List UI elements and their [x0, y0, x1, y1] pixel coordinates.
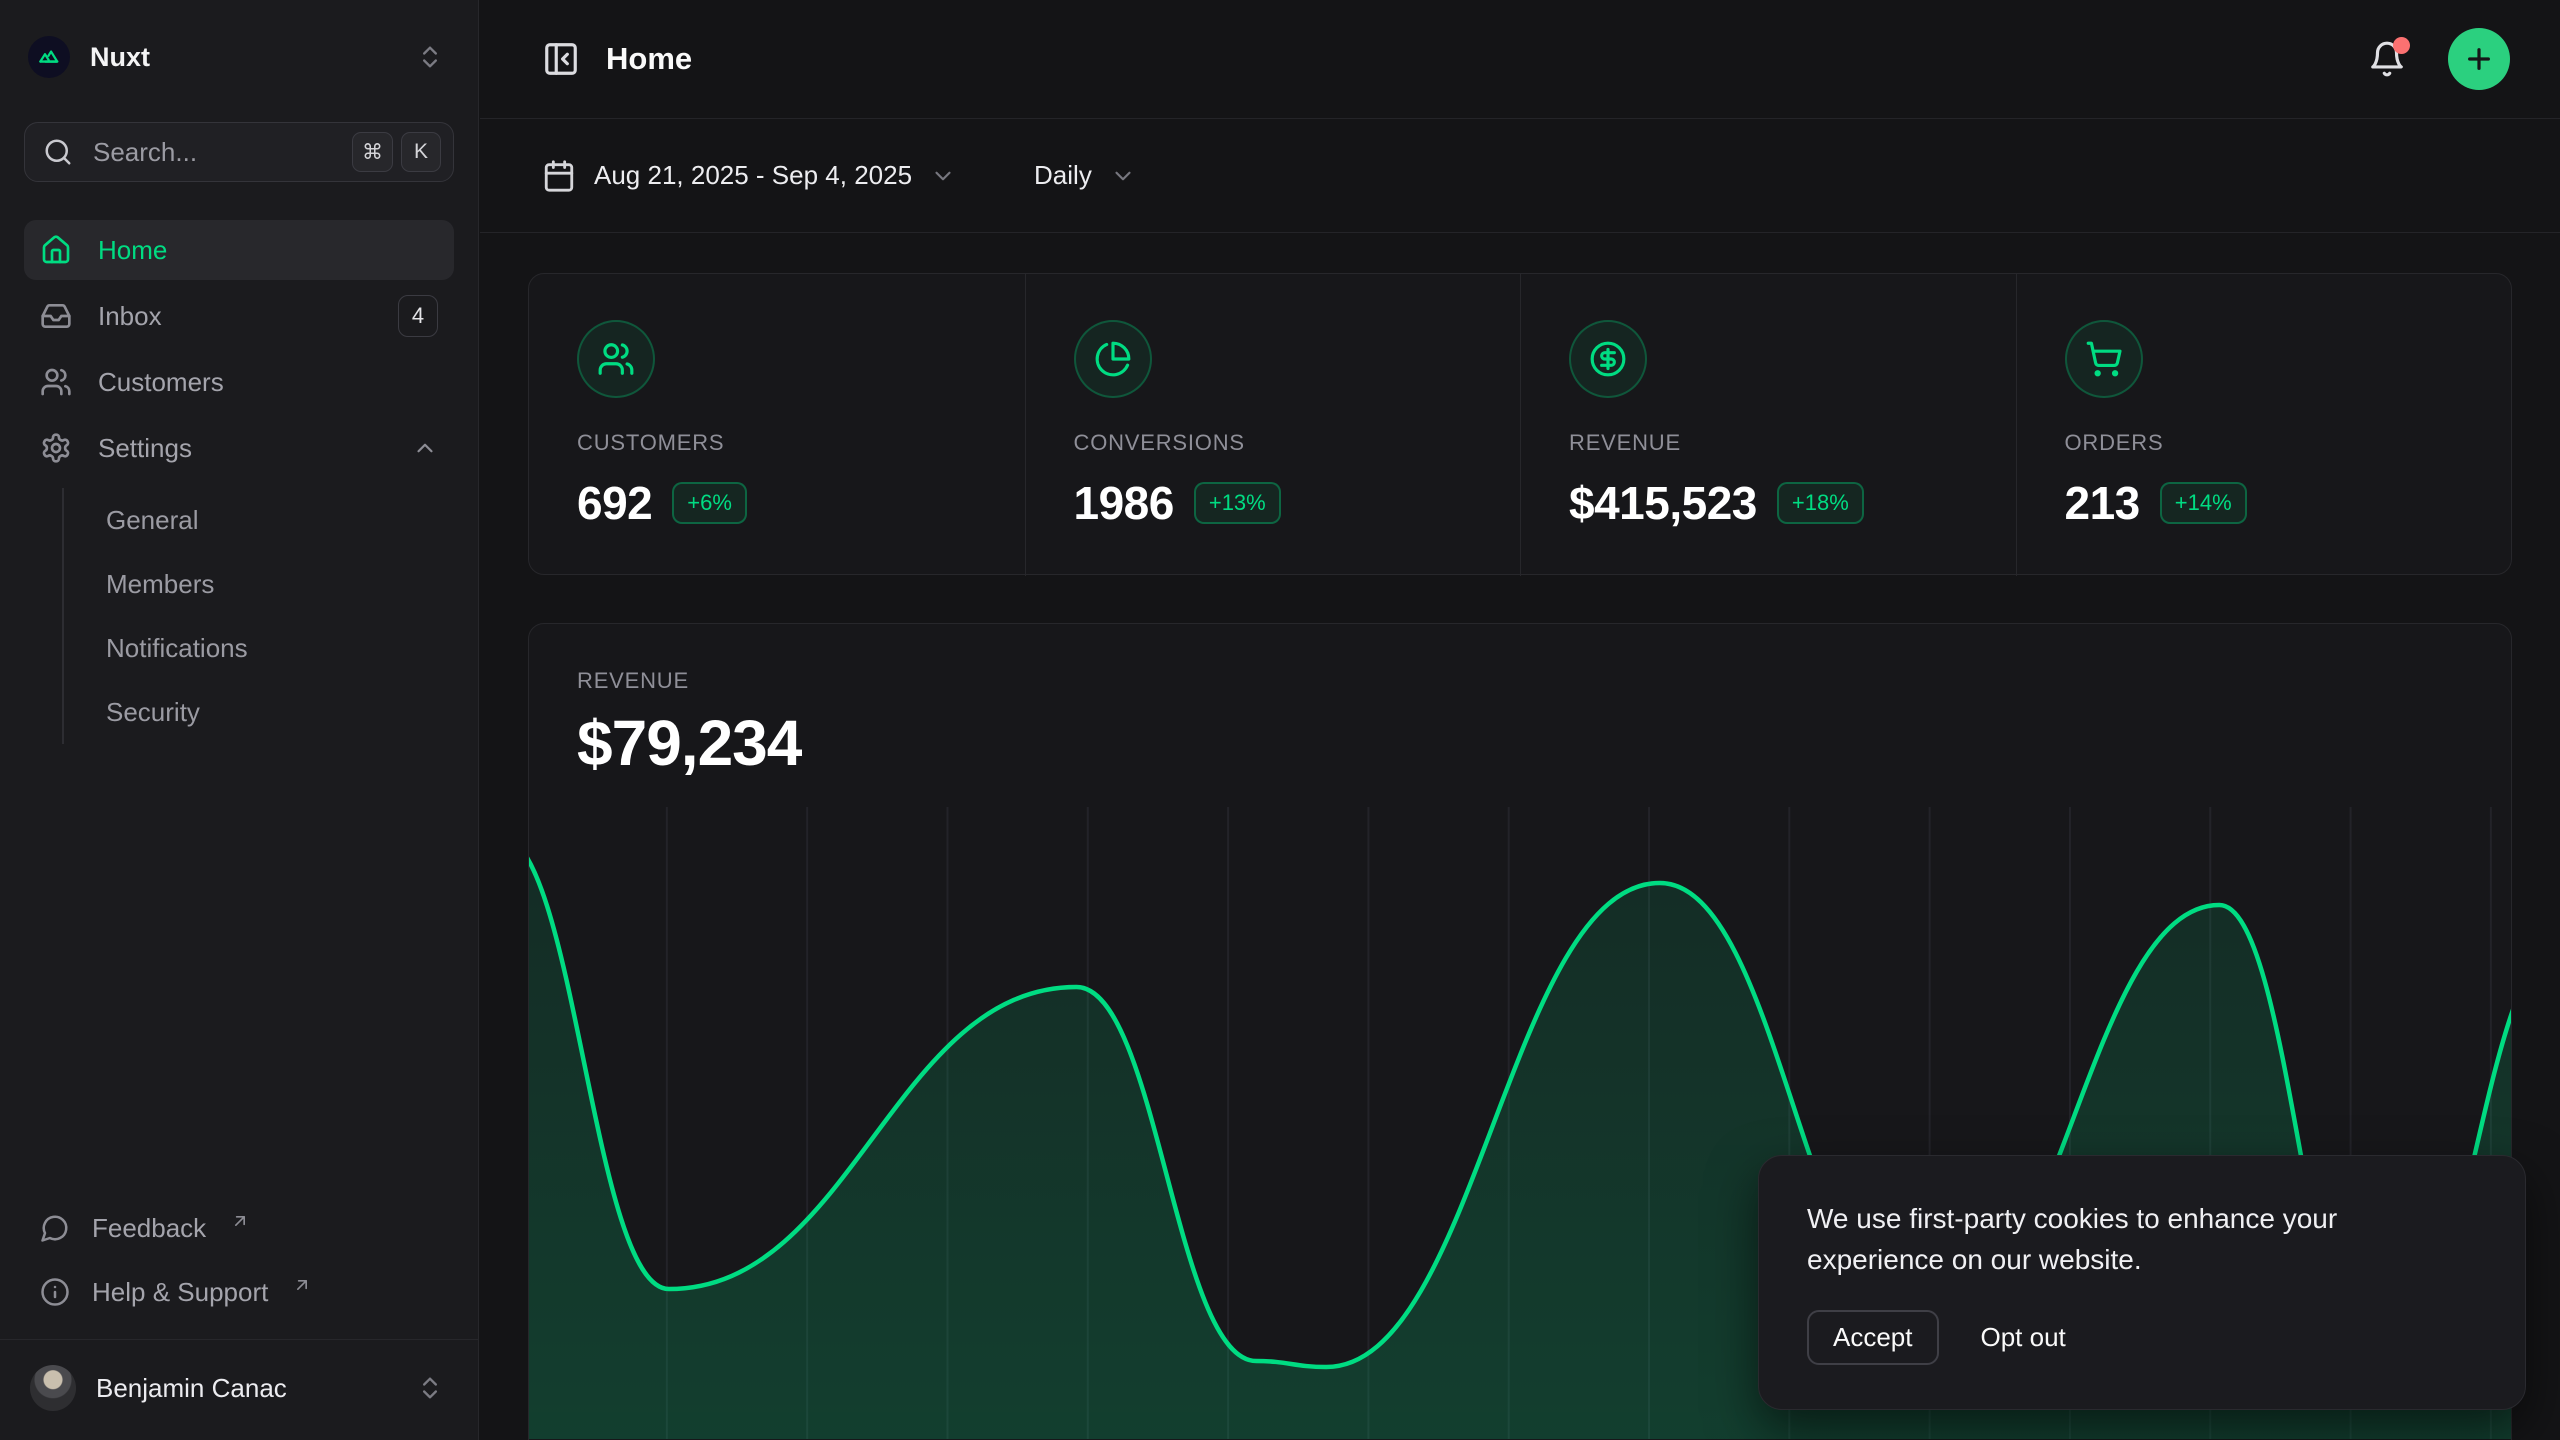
- date-range-picker[interactable]: Aug 21, 2025 - Sep 4, 2025: [542, 159, 956, 193]
- search-icon: [43, 137, 73, 167]
- sidebar-item-members[interactable]: Members: [64, 552, 454, 616]
- sidebar-item-label: Inbox: [98, 301, 162, 332]
- stat-conversions[interactable]: CONVERSIONS 1986 +13%: [1025, 274, 1521, 576]
- stat-label: ORDERS: [2065, 430, 2464, 456]
- plus-icon: [2463, 43, 2495, 75]
- stat-value: 1986: [1074, 476, 1174, 530]
- chevrons-up-down-icon: [416, 43, 444, 71]
- collapse-sidebar-button[interactable]: [542, 40, 580, 78]
- page-title: Home: [606, 41, 692, 77]
- sidebar-item-label: Home: [98, 235, 167, 266]
- cookie-banner: We use first-party cookies to enhance yo…: [1758, 1155, 2526, 1410]
- accept-cookies-button[interactable]: Accept: [1807, 1310, 1939, 1365]
- external-link-icon: [230, 1211, 250, 1231]
- workspace-name: Nuxt: [90, 42, 150, 73]
- stat-value: 692: [577, 476, 652, 530]
- sidebar-spacer: [0, 744, 478, 1199]
- stat-delta-badge: +14%: [2160, 482, 2247, 524]
- stat-orders[interactable]: ORDERS 213 +14%: [2016, 274, 2512, 576]
- stat-delta-badge: +13%: [1194, 482, 1281, 524]
- sidebar-item-label: Settings: [98, 433, 192, 464]
- pie-chart-icon: [1074, 320, 1152, 398]
- sidebar-item-settings[interactable]: Settings: [24, 418, 454, 478]
- search-input[interactable]: Search... ⌘ K: [24, 122, 454, 182]
- dollar-circle-icon: [1569, 320, 1647, 398]
- stat-value: 213: [2065, 476, 2140, 530]
- stat-label: CUSTOMERS: [577, 430, 977, 456]
- search-shortcut: ⌘ K: [352, 132, 441, 172]
- stat-customers[interactable]: CUSTOMERS 692 +6%: [529, 274, 1025, 576]
- sidebar-item-home[interactable]: Home: [24, 220, 454, 280]
- home-icon: [40, 234, 72, 266]
- revenue-chart-value: $79,234: [577, 706, 2463, 780]
- chevron-up-icon: [412, 435, 438, 461]
- stat-value: $415,523: [1569, 476, 1757, 530]
- sidebar-item-general[interactable]: General: [64, 488, 454, 552]
- add-button[interactable]: [2448, 28, 2510, 90]
- sidebar-item-inbox[interactable]: Inbox 4: [24, 286, 454, 346]
- search-placeholder: Search...: [93, 137, 197, 168]
- cookie-message: We use first-party cookies to enhance yo…: [1807, 1198, 2477, 1280]
- stat-revenue[interactable]: REVENUE $415,523 +18%: [1520, 274, 2016, 576]
- users-icon: [577, 320, 655, 398]
- shopping-cart-icon: [2065, 320, 2143, 398]
- stat-label: CONVERSIONS: [1074, 430, 1473, 456]
- stat-label: REVENUE: [1569, 430, 1968, 456]
- feedback-label: Feedback: [92, 1213, 206, 1244]
- calendar-icon: [542, 159, 576, 193]
- user-menu[interactable]: Benjamin Canac: [24, 1356, 454, 1420]
- users-icon: [40, 366, 72, 398]
- external-link-icon: [292, 1275, 312, 1295]
- help-support-link[interactable]: Help & Support: [24, 1263, 454, 1321]
- sidebar-item-notifications[interactable]: Notifications: [64, 616, 454, 680]
- user-name: Benjamin Canac: [96, 1373, 287, 1404]
- sidebar: Nuxt Search... ⌘ K: [0, 0, 479, 1440]
- inbox-count-badge: 4: [398, 295, 438, 337]
- stat-delta-badge: +18%: [1777, 482, 1864, 524]
- help-support-label: Help & Support: [92, 1277, 268, 1308]
- revenue-chart-label: REVENUE: [577, 668, 2463, 694]
- dashboard-app: Nuxt Search... ⌘ K: [0, 0, 2560, 1440]
- inbox-icon: [40, 300, 72, 332]
- chevron-down-icon: [930, 163, 956, 189]
- filters-toolbar: Aug 21, 2025 - Sep 4, 2025 Daily: [480, 119, 2560, 233]
- panel-left-close-icon: [542, 40, 580, 78]
- sidebar-item-customers[interactable]: Customers: [24, 352, 454, 412]
- settings-subnav: General Members Notifications Security: [62, 488, 454, 744]
- notifications-button[interactable]: [2368, 40, 2406, 78]
- workspace-switcher[interactable]: Nuxt: [24, 28, 454, 86]
- kbd-cmd: ⌘: [352, 132, 393, 172]
- info-circle-icon: [40, 1277, 70, 1307]
- stats-card: CUSTOMERS 692 +6% CONVERSIONS 1986 +13%: [528, 273, 2512, 575]
- optout-cookies-button[interactable]: Opt out: [1981, 1322, 2066, 1353]
- sidebar-item-security[interactable]: Security: [64, 680, 454, 744]
- gear-icon: [40, 432, 72, 464]
- date-range-value: Aug 21, 2025 - Sep 4, 2025: [594, 160, 912, 191]
- feedback-link[interactable]: Feedback: [24, 1199, 454, 1257]
- sidebar-item-label: Customers: [98, 367, 224, 398]
- notification-dot: [2393, 37, 2410, 54]
- stat-delta-badge: +6%: [672, 482, 747, 524]
- chevron-down-icon: [1110, 163, 1136, 189]
- sidebar-nav: Home Inbox 4 Customers: [24, 220, 454, 744]
- avatar: [30, 1365, 76, 1411]
- granularity-value: Daily: [1034, 160, 1092, 191]
- kbd-k: K: [401, 132, 441, 172]
- chevrons-up-down-icon: [416, 1374, 444, 1402]
- granularity-select[interactable]: Daily: [1034, 160, 1136, 191]
- message-circle-icon: [40, 1213, 70, 1243]
- page-header: Home: [480, 0, 2560, 119]
- nuxt-logo-icon: [28, 36, 70, 78]
